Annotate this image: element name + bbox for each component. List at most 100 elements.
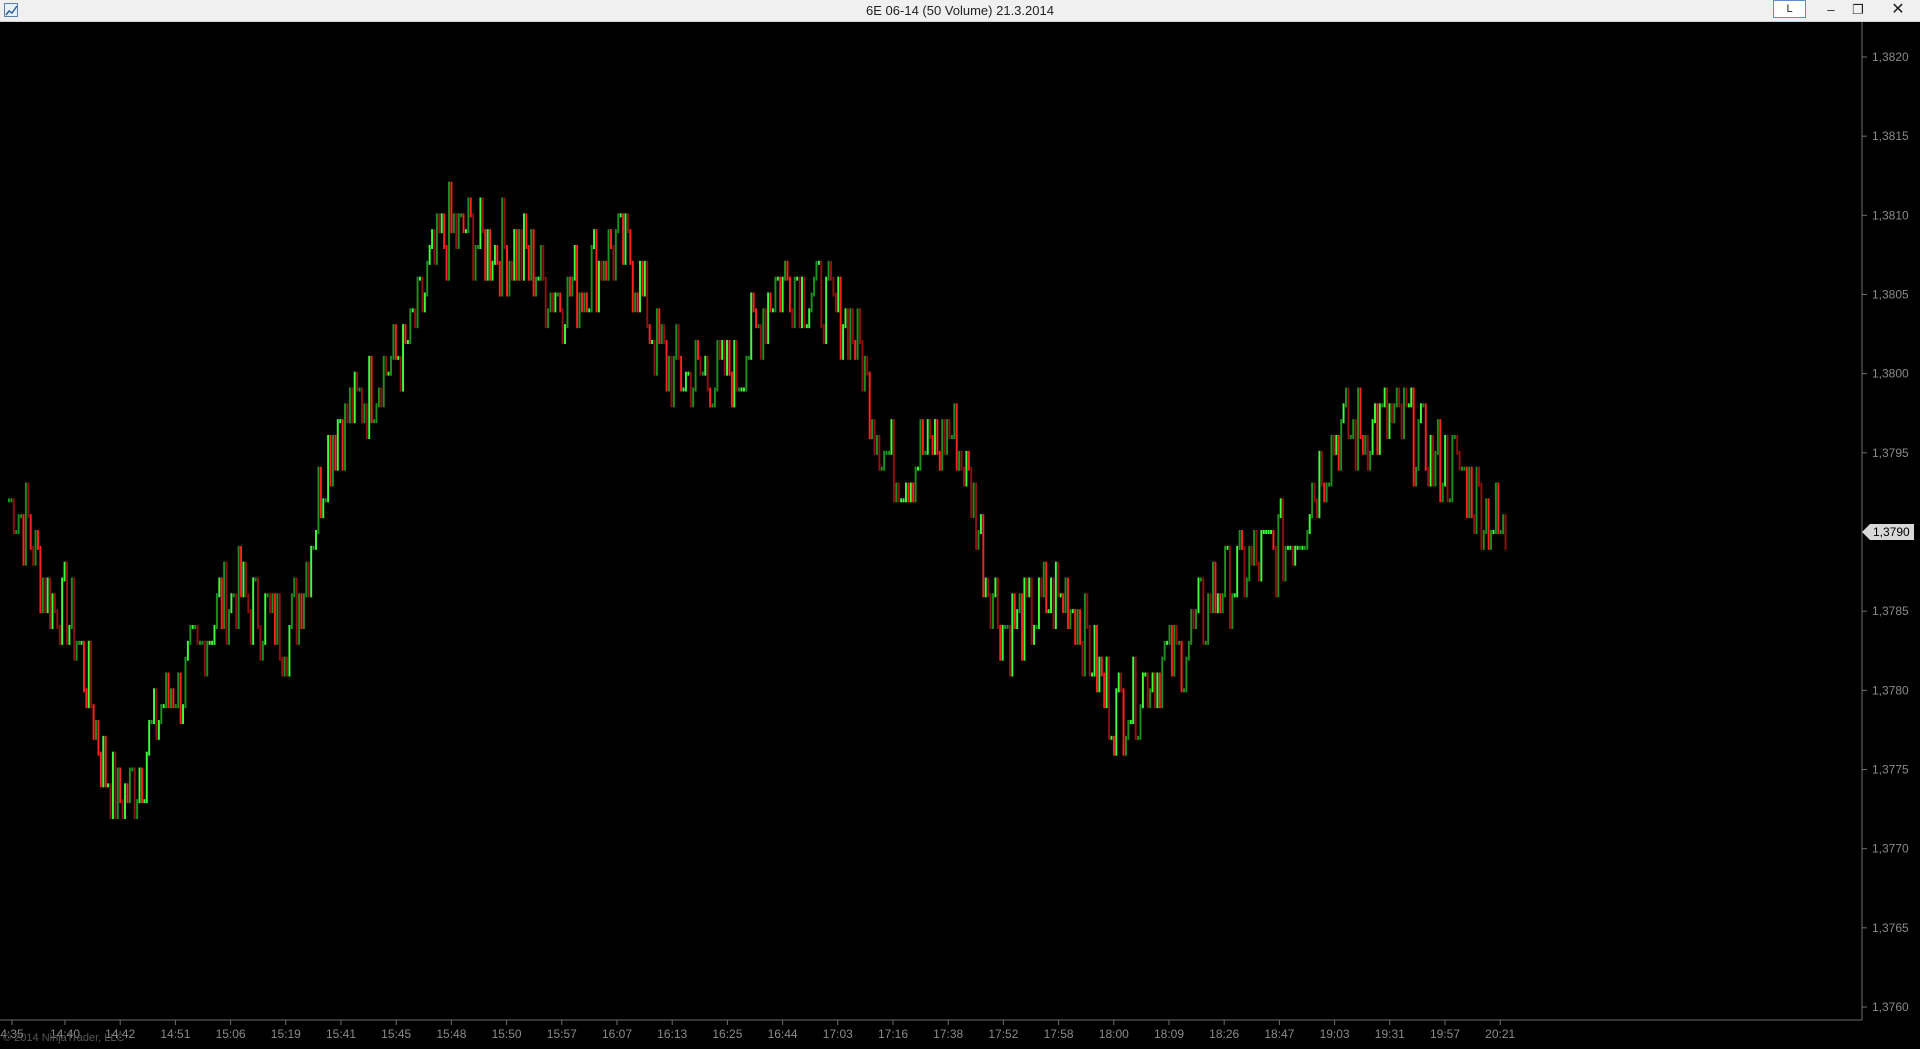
- price-bar: [566, 276, 569, 329]
- price-bar: [643, 260, 646, 297]
- price-bar: [992, 593, 994, 629]
- current-price-label: 1,3790: [1873, 525, 1910, 539]
- chart-panel[interactable]: 1,3820 1,3815 1,3810 1,3805 1,3800 1,3795 1,37…: [0, 22, 1920, 1049]
- price-bar: [834, 292, 837, 313]
- price-bar: [1093, 625, 1096, 677]
- price-bar: [104, 735, 107, 788]
- price-bar: [948, 419, 951, 439]
- price-bar: [561, 308, 564, 344]
- x-tick-label: 16:07: [602, 1027, 632, 1041]
- price-bar: [460, 213, 463, 218]
- price-bar: [890, 419, 893, 455]
- price-bar: [1144, 672, 1147, 677]
- price-bar: [866, 355, 869, 376]
- price-bar: [1255, 530, 1258, 566]
- price-bar: [336, 419, 339, 471]
- close-icon[interactable]: ✕: [1880, 0, 1916, 20]
- price-bar: [1108, 656, 1111, 740]
- price-bar: [172, 688, 175, 709]
- price-bar: [266, 593, 269, 598]
- price-bar: [440, 213, 443, 234]
- price-bar: [1395, 387, 1398, 408]
- price-bar: [66, 561, 68, 645]
- price-bar: [281, 656, 284, 677]
- price-bar: [687, 371, 690, 376]
- price-bar: [218, 577, 221, 598]
- price-bar: [946, 419, 949, 455]
- minimize-icon[interactable]: –: [1818, 0, 1844, 20]
- price-bar: [1332, 435, 1335, 455]
- price-bar: [1212, 561, 1214, 614]
- price-bar: [230, 593, 233, 614]
- price-chart[interactable]: 1,3820 1,3815 1,3810 1,3805 1,3800 1,3795 1,37…: [0, 22, 1920, 1049]
- price-bar: [53, 593, 56, 614]
- price-bar: [614, 229, 617, 281]
- price-bar: [909, 482, 912, 503]
- price-bar: [269, 593, 272, 614]
- price-bar: [423, 292, 426, 313]
- price-bar: [694, 340, 697, 392]
- price-bar: [73, 577, 76, 661]
- price-bar: [1398, 387, 1401, 408]
- x-tick-label: 20:21: [1485, 1027, 1515, 1041]
- price-bar: [1325, 482, 1328, 503]
- price-bar: [1424, 403, 1427, 471]
- price-bar: [237, 545, 240, 629]
- price-bar: [1487, 498, 1490, 550]
- price-bar: [895, 482, 898, 503]
- price-bar: [709, 387, 712, 408]
- price-bar: [344, 403, 347, 471]
- x-tick-label: 15:48: [436, 1027, 466, 1041]
- price-bar: [1122, 688, 1125, 756]
- link-button[interactable]: L: [1773, 0, 1806, 18]
- price-bar: [288, 625, 291, 677]
- price-bar: [1434, 450, 1437, 487]
- price-bar: [206, 640, 209, 677]
- price-bar: [839, 276, 842, 360]
- price-bar: [160, 704, 163, 724]
- x-tick-label: 16:44: [768, 1027, 798, 1041]
- price-bar: [1100, 656, 1103, 677]
- price-bar: [1241, 530, 1243, 550]
- price-bar: [157, 720, 160, 740]
- price-bar: [1045, 561, 1048, 614]
- price-bar: [467, 197, 470, 234]
- window-titlebar: 6E 06-14 (50 Volume) 21.3.2014 L – ❐ ✕: [0, 0, 1920, 22]
- price-bar: [150, 720, 153, 724]
- price-bar: [290, 593, 293, 629]
- price-bar: [469, 197, 472, 218]
- price-bar: [1233, 593, 1236, 598]
- price-bar: [148, 720, 151, 756]
- price-bar: [455, 213, 458, 249]
- price-bar: [1166, 640, 1169, 645]
- price-bar: [1163, 640, 1166, 661]
- price-bar: [27, 482, 30, 519]
- price-bar: [653, 340, 656, 376]
- price-bar: [769, 292, 772, 313]
- price-bar: [39, 545, 42, 614]
- price-bar: [75, 640, 78, 661]
- price-bar: [1023, 577, 1026, 661]
- price-bar: [1156, 672, 1159, 709]
- price-bar: [938, 450, 941, 471]
- y-tick-label: 1,3795: [1872, 446, 1909, 460]
- price-bar: [1228, 545, 1231, 629]
- price-bar: [851, 308, 854, 344]
- price-bar: [61, 577, 64, 645]
- price-bar: [929, 419, 932, 439]
- price-bar: [78, 640, 81, 645]
- price-bar: [368, 355, 371, 439]
- price-bar: [1062, 593, 1065, 614]
- price-bar: [1340, 419, 1343, 471]
- price-bar: [759, 324, 762, 360]
- price-bar: [576, 245, 579, 329]
- price-bar: [772, 308, 774, 313]
- price-bar: [1291, 545, 1294, 566]
- price-bar: [518, 229, 521, 281]
- price-bar: [535, 276, 538, 297]
- restore-icon[interactable]: ❐: [1845, 0, 1871, 20]
- price-bar: [29, 514, 32, 550]
- price-bar: [445, 245, 448, 281]
- price-bar: [1137, 735, 1140, 740]
- price-bar: [1446, 435, 1449, 503]
